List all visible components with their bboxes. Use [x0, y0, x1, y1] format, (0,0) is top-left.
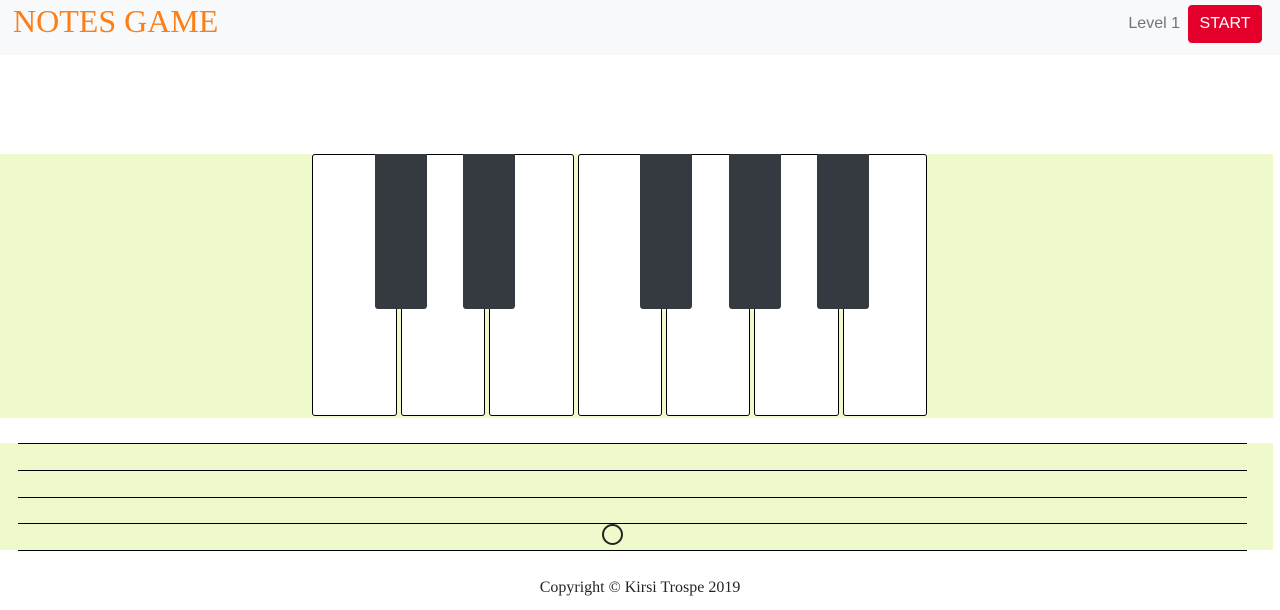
piano-key-c-sharp[interactable]: [375, 154, 427, 309]
piano-key-a-sharp[interactable]: [817, 154, 869, 309]
staff-line: [18, 523, 1247, 524]
staff-line: [18, 443, 1247, 444]
staff-line: [18, 470, 1247, 471]
staff-line: [18, 550, 1247, 551]
start-button[interactable]: START: [1188, 5, 1262, 43]
copyright-footer: Copyright © Kirsi Trospe 2019: [539, 579, 741, 596]
navbar: NOTES GAME Level 1 START: [0, 0, 1280, 55]
note-head: [602, 524, 623, 545]
staff-line: [18, 497, 1247, 498]
piano-key-g-sharp[interactable]: [729, 154, 781, 309]
piano-key-f-sharp[interactable]: [640, 154, 692, 309]
level-indicator: Level 1: [1128, 15, 1180, 32]
piano-key-d-sharp[interactable]: [463, 154, 515, 309]
app-title: NOTES GAME: [13, 3, 219, 39]
